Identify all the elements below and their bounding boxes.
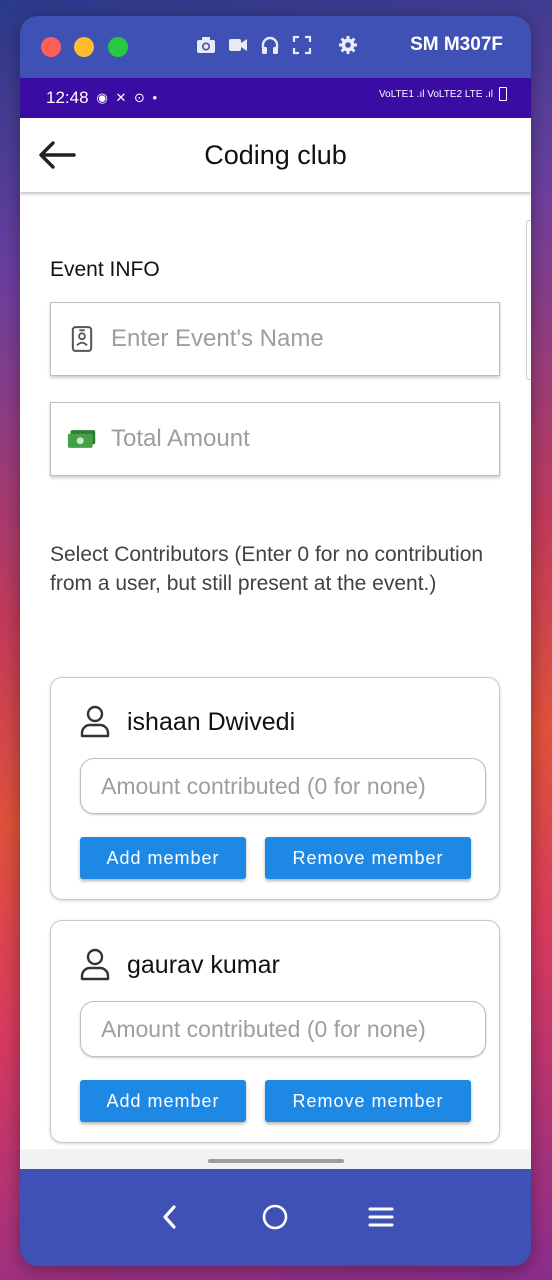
amount-contributed-input[interactable] xyxy=(80,1001,486,1057)
close-window-button[interactable] xyxy=(41,37,61,57)
add-member-button[interactable]: Add member xyxy=(80,1080,246,1122)
device-window: SM M307F 12:48 ◉ ✕ ⊙ • VoLTE1 .ıl VoLTE2… xyxy=(20,16,531,1266)
page-title: Coding club xyxy=(204,140,347,170)
signal-indicators: VoLTE1 .ıl VoLTE2 LTE .ıl xyxy=(379,87,507,101)
gesture-area xyxy=(20,1149,531,1169)
section-label: Event INFO xyxy=(50,258,160,281)
camera-icon[interactable] xyxy=(196,34,216,56)
remove-member-button[interactable]: Remove member xyxy=(265,1080,471,1122)
user-icon xyxy=(79,704,111,738)
scrollbar[interactable] xyxy=(526,220,531,380)
recents-nav-icon[interactable] xyxy=(363,1199,399,1235)
event-name-field[interactable] xyxy=(50,302,500,376)
total-amount-field[interactable] xyxy=(50,402,500,476)
app-bar: Coding club xyxy=(20,118,531,192)
window-titlebar: SM M307F xyxy=(20,16,531,78)
contributor-card: ishaan Dwivedi Add member Remove member xyxy=(50,677,500,900)
main-content: Event INFO Select Contributors (Enter 0 … xyxy=(20,192,531,1169)
event-name-input[interactable] xyxy=(111,325,471,353)
contributor-card: gaurav kumar Add member Remove member xyxy=(50,920,500,1143)
contributor-name: ishaan Dwivedi xyxy=(127,708,296,736)
add-member-button[interactable]: Add member xyxy=(80,837,246,879)
id-badge-icon xyxy=(67,324,97,354)
notification-icons: ◉ ✕ ⊙ • xyxy=(96,90,160,105)
total-amount-input[interactable] xyxy=(111,425,471,453)
battery-icon xyxy=(499,87,507,101)
minimize-window-button[interactable] xyxy=(74,37,94,57)
amount-contributed-input[interactable] xyxy=(80,758,486,814)
signal-text: VoLTE1 .ıl VoLTE2 LTE .ıl xyxy=(379,88,493,100)
android-navbar xyxy=(20,1169,531,1266)
gear-icon[interactable] xyxy=(338,34,358,56)
status-time: 12:48 xyxy=(46,88,89,107)
remove-member-button[interactable]: Remove member xyxy=(265,837,471,879)
maximize-window-button[interactable] xyxy=(108,37,128,57)
back-nav-icon[interactable] xyxy=(152,1199,188,1235)
toolbar-icons xyxy=(196,34,358,56)
fullscreen-icon[interactable] xyxy=(292,34,312,56)
contributor-instructions: Select Contributors (Enter 0 for no cont… xyxy=(50,543,484,595)
money-icon xyxy=(67,424,97,454)
home-indicator[interactable] xyxy=(208,1159,344,1163)
headphones-icon[interactable] xyxy=(260,34,280,56)
contributor-name: gaurav kumar xyxy=(127,951,280,979)
home-nav-icon[interactable] xyxy=(257,1199,293,1235)
video-icon[interactable] xyxy=(228,34,248,56)
user-icon xyxy=(79,947,111,981)
device-name: SM M307F xyxy=(410,34,503,55)
android-statusbar: 12:48 ◉ ✕ ⊙ • VoLTE1 .ıl VoLTE2 LTE .ıl xyxy=(20,78,531,118)
